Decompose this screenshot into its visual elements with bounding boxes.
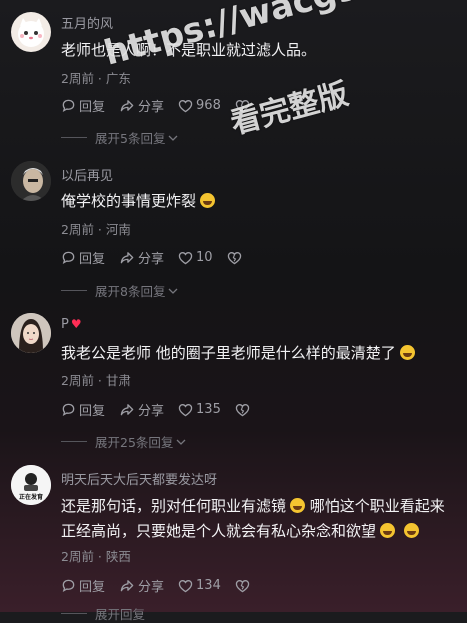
like-button[interactable]: 10 <box>178 250 213 265</box>
avatar[interactable] <box>11 161 51 201</box>
share-label: 分享 <box>138 252 165 267</box>
expand-replies-button[interactable]: 展开8条回复 <box>61 281 178 300</box>
heart-icon <box>178 403 193 416</box>
dislike-button[interactable] <box>235 403 253 417</box>
broken-heart-icon <box>227 251 241 264</box>
laughing-emoji-icon <box>399 345 415 360</box>
expand-label: 展开8条回复 <box>95 284 166 299</box>
avatar[interactable] <box>11 12 51 52</box>
divider-line <box>61 441 87 442</box>
comment-username[interactable]: 以后再见 <box>61 165 113 184</box>
divider-line <box>61 613 87 614</box>
comment-actions: 回复 分享 134 <box>61 576 267 595</box>
expand-replies-button[interactable]: 展开5条回复 <box>61 128 178 147</box>
share-button[interactable]: 分享 <box>119 248 164 267</box>
comment-time-location: 2周前 · 河南 <box>61 222 131 237</box>
reply-bubble-icon <box>62 251 75 265</box>
expand-replies-button[interactable]: 展开回复 <box>61 604 145 623</box>
comment-time-location: 2周前 · 广东 <box>61 71 131 86</box>
avatar[interactable]: 正在发育 <box>11 465 51 505</box>
comment-text: 俺学校的事情更炸裂 <box>61 189 457 214</box>
heart-icon <box>178 99 193 112</box>
reply-label: 回复 <box>79 404 106 419</box>
laughing-emoji-icon <box>380 523 396 538</box>
laughing-emoji-icon <box>403 523 419 538</box>
dislike-button[interactable] <box>235 99 253 113</box>
like-count: 134 <box>196 578 221 593</box>
heart-icon <box>178 251 193 264</box>
share-arrow-icon <box>120 404 134 416</box>
share-button[interactable]: 分享 <box>119 400 164 419</box>
reply-label: 回复 <box>79 100 106 115</box>
laughing-emoji-icon <box>290 498 306 513</box>
share-arrow-icon <box>120 252 134 264</box>
reply-button[interactable]: 回复 <box>61 248 105 267</box>
share-button[interactable]: 分享 <box>119 576 164 595</box>
share-label: 分享 <box>138 100 165 115</box>
comment-text: 老师也是人啊！不是职业就过滤人品。 <box>61 41 317 59</box>
red-heart-icon: ♥ <box>70 317 82 331</box>
dislike-button[interactable] <box>227 251 245 265</box>
share-arrow-icon <box>120 100 134 112</box>
comment-actions: 回复 分享 10 <box>61 248 259 267</box>
chevron-down-icon <box>176 439 186 445</box>
share-label: 分享 <box>138 404 165 419</box>
username-label: P <box>61 317 69 332</box>
broken-heart-icon <box>235 403 250 416</box>
reply-label: 回复 <box>79 580 106 595</box>
reply-button[interactable]: 回复 <box>61 576 105 595</box>
reply-bubble-icon <box>62 99 75 113</box>
comment-username[interactable]: 明天后天大后天都要发达呀 <box>61 469 217 488</box>
comment-actions: 回复 分享 135 <box>61 400 267 419</box>
reply-bubble-icon <box>62 579 75 593</box>
comment-text-content: 还是那句话，别对任何职业有滤镜 <box>61 497 287 515</box>
reply-bubble-icon <box>62 403 75 417</box>
comment-text: 还是那句话，别对任何职业有滤镜 哪怕这个职业看起来正经高尚，只要她是个人就会有私… <box>61 494 457 544</box>
expand-label: 展开5条回复 <box>95 131 166 146</box>
reply-label: 回复 <box>79 252 106 267</box>
reply-button[interactable]: 回复 <box>61 400 105 419</box>
share-button[interactable]: 分享 <box>119 96 164 115</box>
chevron-down-icon <box>168 288 178 294</box>
chevron-down-icon <box>168 135 178 141</box>
avatar-badge-text: 正在发育 <box>19 493 43 501</box>
like-count: 135 <box>196 402 221 417</box>
dislike-button[interactable] <box>235 579 253 593</box>
like-button[interactable]: 968 <box>178 98 221 113</box>
like-button[interactable]: 135 <box>178 402 221 417</box>
share-label: 分享 <box>138 580 165 595</box>
divider-line <box>61 290 87 291</box>
like-button[interactable]: 134 <box>178 578 221 593</box>
comment-username[interactable]: P ♥ <box>61 317 82 332</box>
comment-time-location: 2周前 · 陕西 <box>61 549 131 564</box>
divider-line <box>61 137 87 138</box>
laughing-emoji-icon <box>200 193 216 208</box>
expand-label: 展开25条回复 <box>95 435 174 450</box>
comment-username[interactable]: 五月的风 <box>61 13 113 32</box>
avatar[interactable] <box>11 313 51 353</box>
comment-text: 我老公是老师 他的圈子里老师是什么样的最清楚了 <box>61 341 457 366</box>
comment-text-content: 俺学校的事情更炸裂 <box>61 192 197 210</box>
reply-button[interactable]: 回复 <box>61 96 105 115</box>
broken-heart-icon <box>235 579 250 592</box>
like-count: 10 <box>196 250 213 265</box>
comment-text-content: 我老公是老师 他的圈子里老师是什么样的最清楚了 <box>61 344 396 362</box>
broken-heart-icon <box>235 99 250 112</box>
expand-label: 展开回复 <box>95 607 146 622</box>
like-count: 968 <box>196 98 221 113</box>
comment-actions: 回复 分享 968 <box>61 96 267 115</box>
comment-time-location: 2周前 · 甘肃 <box>61 373 131 388</box>
expand-replies-button[interactable]: 展开25条回复 <box>61 432 186 451</box>
share-arrow-icon <box>120 580 134 592</box>
heart-icon <box>178 579 193 592</box>
